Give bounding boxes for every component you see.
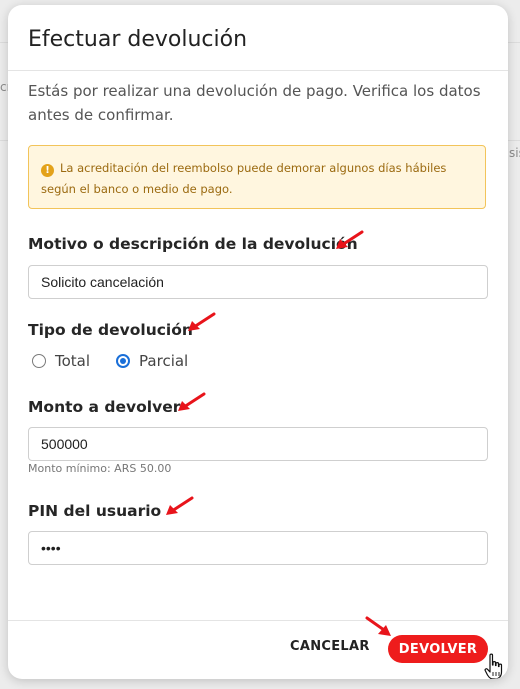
radio-total-label[interactable]: Total	[55, 352, 90, 370]
title-divider	[8, 70, 508, 71]
radio-parcial-circle[interactable]	[116, 354, 131, 368]
info-icon: !	[41, 164, 54, 177]
annotation-arrow-icon	[178, 392, 206, 411]
radio-parcial[interactable]: Parcial	[116, 352, 188, 370]
amount-hint: Monto mínimo: ARS 50.00	[28, 462, 172, 475]
hand-pointer-icon	[484, 653, 503, 679]
info-alert: ! La acreditación del reembolso puede dem…	[28, 145, 486, 209]
pin-label: PIN del usuario	[28, 502, 162, 520]
refund-dialog: Efectuar devolución Estás por realizar u…	[8, 5, 508, 679]
annotation-arrow-icon	[365, 616, 391, 636]
annotation-arrow-icon	[188, 312, 216, 331]
amount-label: Monto a devolver	[28, 398, 181, 416]
dialog-title: Efectuar devolución	[28, 27, 248, 52]
annotation-arrow-icon	[166, 496, 194, 515]
amount-input[interactable]	[28, 427, 488, 461]
pin-input[interactable]	[28, 531, 488, 565]
refund-type-label: Tipo de devolución	[28, 321, 193, 339]
dialog-description: Estás por realizar una devolución de pag…	[28, 82, 481, 124]
radio-parcial-label[interactable]: Parcial	[139, 352, 188, 370]
devolver-button[interactable]: DEVOLVER	[388, 635, 488, 663]
background-text-fragment: sis	[509, 146, 520, 160]
footer-divider	[8, 620, 508, 621]
cancel-button[interactable]: CANCELAR	[290, 639, 370, 654]
alert-text: La acreditación del reembolso puede demo…	[41, 161, 447, 196]
annotation-arrow-icon	[336, 230, 364, 249]
radio-total-circle[interactable]	[32, 354, 46, 368]
reason-input[interactable]	[28, 265, 488, 299]
radio-total[interactable]: Total	[32, 352, 90, 370]
reason-label: Motivo o descripción de la devolución	[28, 235, 358, 253]
refund-type-radio-group: Total Parcial	[32, 352, 214, 370]
